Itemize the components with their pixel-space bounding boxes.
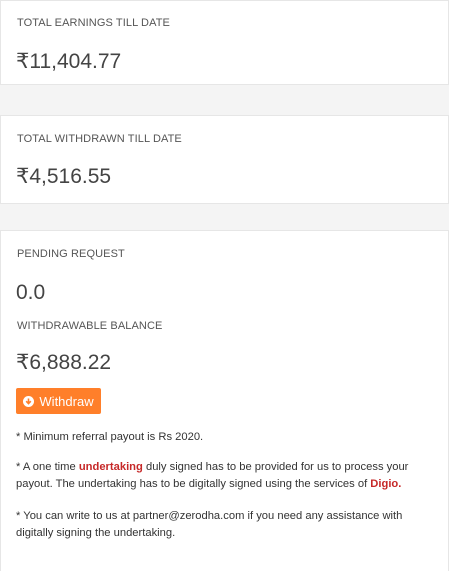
withdrawn-card: TOTAL WITHDRAWN TILL DATE ₹4,516.55 <box>0 115 449 204</box>
digio-keyword: Digio. <box>370 478 402 490</box>
withdrawn-label: TOTAL WITHDRAWN TILL DATE <box>17 133 182 145</box>
earnings-amount: ₹11,404.77 <box>16 50 122 73</box>
arrow-down-circle-icon <box>23 395 35 407</box>
contact-note: * You can write to us at partner@zerodha… <box>16 510 403 539</box>
withdrawable-label: WITHDRAWABLE BALANCE <box>17 320 163 332</box>
pending-card: PENDING REQUEST 0.0 WITHDRAWABLE BALANCE… <box>0 230 449 571</box>
undertaking-keyword: undertaking <box>78 461 143 473</box>
withdraw-button[interactable]: Withdraw <box>16 388 101 414</box>
withdrawn-amount: ₹4,516.55 <box>16 165 112 188</box>
min-payout-note: * Minimum referral payout is Rs 2020. <box>16 431 204 443</box>
withdraw-button-label: Withdraw <box>39 393 94 409</box>
pending-amount: 0.0 <box>16 281 46 304</box>
pending-label: PENDING REQUEST <box>17 248 125 260</box>
undertaking-note: * A one time undertaking duly signed has… <box>16 459 436 493</box>
earnings-label: TOTAL EARNINGS TILL DATE <box>17 17 170 29</box>
earnings-card: TOTAL EARNINGS TILL DATE ₹11,404.77 <box>0 0 449 85</box>
undertaking-note-prefix: * A one time <box>16 461 79 473</box>
withdrawable-amount: ₹6,888.22 <box>16 351 112 374</box>
